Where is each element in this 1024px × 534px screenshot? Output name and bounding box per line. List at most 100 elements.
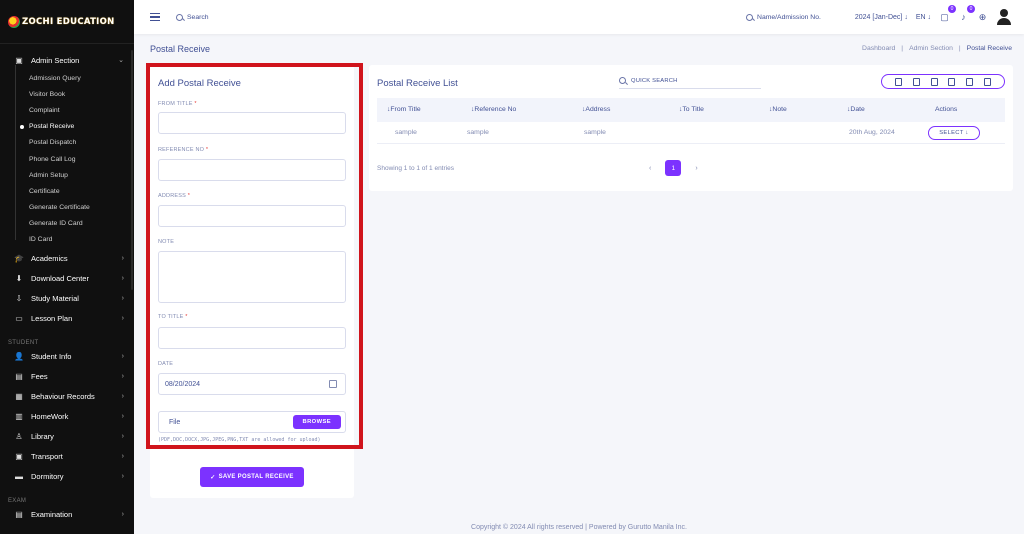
date-input[interactable]: 08/20/2024	[158, 373, 346, 395]
sidebar-item-generate-id-card[interactable]: Generate ID Card	[29, 216, 134, 232]
money-icon: ▤	[15, 371, 23, 381]
globe-icon[interactable]: ⊕	[977, 12, 988, 23]
chat-badge: 0	[948, 4, 956, 13]
page-1-button[interactable]: 1	[665, 160, 682, 176]
prev-page-icon[interactable]: ‹	[649, 165, 651, 172]
sidebar-item-academics[interactable]: 🎓 Academics ›	[0, 248, 134, 268]
sidebar-item-admission-query[interactable]: Admission Query	[29, 70, 134, 86]
chevron-right-icon: ›	[121, 254, 124, 262]
sidebar-item-phone-call-log[interactable]: Phone Call Log	[29, 151, 134, 167]
col-address[interactable]: ↓Address	[582, 106, 610, 113]
search-icon	[619, 77, 626, 84]
chevron-right-icon: ›	[121, 392, 124, 400]
language-select[interactable]: EN ↓	[916, 14, 931, 21]
sidebar-item-dormitory[interactable]: ▬ Dormitory ›	[0, 466, 134, 486]
page-title: Postal Receive	[150, 44, 211, 54]
select-action-button[interactable]: SELECT ↓	[928, 126, 980, 140]
bus-icon: ▣	[15, 451, 23, 461]
note-label: NOTE	[158, 239, 175, 245]
logo[interactable]: ZOCHI EDUCATION	[0, 0, 134, 44]
breadcrumb-admin-section[interactable]: Admin Section	[909, 45, 953, 52]
sidebar-item-library[interactable]: ♙ Library ›	[0, 426, 134, 446]
exam-icon: ▤	[15, 509, 23, 519]
col-from-title[interactable]: ↓From Title	[387, 106, 421, 113]
reference-no-label: REFERENCE NO *	[158, 147, 209, 153]
chevron-right-icon: ›	[121, 274, 124, 282]
sidebar-item-certificate[interactable]: Certificate	[29, 183, 134, 199]
notification-badge: 0	[967, 4, 975, 13]
sidebar-item-download-center[interactable]: ⬇ Download Center ›	[0, 268, 134, 288]
book-open-icon: ▥	[15, 411, 23, 421]
sidebar-item-fees[interactable]: ▤ Fees ›	[0, 366, 134, 386]
from-title-label: FROM TITLE *	[158, 101, 197, 107]
sidebar-item-homework[interactable]: ▥ HomeWork ›	[0, 406, 134, 426]
from-title-input[interactable]	[158, 112, 346, 134]
chat-icon[interactable]: ▢ 0	[939, 4, 956, 23]
graduation-cap-icon: 🎓	[14, 253, 24, 263]
form-title: Add Postal Receive	[158, 78, 241, 89]
pagination: ‹ 1 ›	[649, 160, 698, 176]
sidebar: ZOCHI EDUCATION ▣ Admin Section ⌄ Admiss…	[0, 0, 134, 534]
sidebar-item-lesson-plan[interactable]: ▭ Lesson Plan ›	[0, 308, 134, 328]
file-input[interactable]: File BROWSE	[158, 411, 346, 433]
breadcrumb-dashboard[interactable]: Dashboard	[862, 45, 895, 52]
browse-button[interactable]: BROWSE	[292, 415, 341, 429]
search-input[interactable]: Search	[176, 13, 209, 21]
breadcrumb-current: Postal Receive	[966, 45, 1012, 52]
col-reference-no[interactable]: ↓Reference No	[471, 106, 516, 113]
next-page-icon[interactable]: ›	[695, 165, 697, 172]
chevron-right-icon: ›	[121, 352, 124, 360]
sidebar-item-admin-section[interactable]: ▣ Admin Section ⌄	[0, 50, 134, 70]
sidebar-item-behaviour-records[interactable]: ▦ Behaviour Records ›	[0, 386, 134, 406]
file-note: (PDF,DOC,DOCX,JPG,JPEG,PNG,TXT are allow…	[158, 437, 321, 443]
print-icon[interactable]	[965, 77, 973, 86]
sidebar-item-transport[interactable]: ▣ Transport ›	[0, 446, 134, 466]
sidebar-item-postal-dispatch[interactable]: Postal Dispatch	[29, 135, 134, 151]
pdf-icon[interactable]	[948, 77, 956, 86]
table-header: ↓From Title ↓Reference No ↓Address ↓To T…	[377, 98, 1005, 122]
address-input[interactable]	[158, 205, 346, 227]
address-label: ADDRESS *	[158, 193, 191, 199]
academic-year-select[interactable]: 2024 [Jan-Dec] ↓	[855, 14, 908, 21]
reference-no-input[interactable]	[158, 159, 346, 181]
sidebar-item-postal-receive[interactable]: Postal Receive	[20, 119, 134, 135]
sidebar-item-student-info[interactable]: 👤 Student Info ›	[0, 346, 134, 366]
copy-icon[interactable]	[895, 77, 903, 86]
date-label: DATE	[158, 361, 174, 367]
col-to-title[interactable]: ↓To Title	[679, 106, 704, 113]
avatar[interactable]	[996, 9, 1012, 25]
section-label-student: STUDENT	[8, 340, 39, 347]
csv-icon[interactable]	[930, 77, 938, 86]
cell-date: 20th Aug, 2024	[849, 129, 895, 136]
excel-icon[interactable]	[912, 77, 920, 86]
search-icon	[746, 13, 754, 21]
columns-icon[interactable]	[983, 77, 991, 86]
to-title-label: TO TITLE *	[158, 314, 188, 320]
sidebar-item-admin-setup[interactable]: Admin Setup	[29, 167, 134, 183]
sidebar-item-examination[interactable]: ▤ Examination ›	[0, 504, 134, 524]
bell-icon[interactable]: ♪ 0	[958, 4, 975, 23]
footer: Copyright © 2024 All rights reserved | P…	[471, 524, 687, 531]
col-actions: Actions	[935, 106, 958, 113]
col-note[interactable]: ↓Note	[769, 106, 787, 113]
save-postal-receive-button[interactable]: ✓ SAVE POSTAL RECEIVE	[200, 467, 304, 487]
sidebar-item-complaint[interactable]: Complaint	[29, 102, 134, 118]
col-date[interactable]: ↓Date	[847, 106, 865, 113]
hamburger-menu-icon[interactable]	[150, 12, 160, 22]
note-textarea[interactable]	[158, 251, 346, 303]
sidebar-item-visitor-book[interactable]: Visitor Book	[29, 86, 134, 102]
sidebar-item-id-card[interactable]: ID Card	[29, 232, 134, 248]
logo-text: ZOCHI EDUCATION	[22, 16, 115, 27]
quick-search-input[interactable]: QUICK SEARCH	[619, 73, 761, 89]
sidebar-item-study-material[interactable]: ⇩ Study Material ›	[0, 288, 134, 308]
to-title-input[interactable]	[158, 327, 346, 349]
lesson-icon: ▭	[15, 313, 23, 323]
chevron-right-icon: ›	[121, 452, 124, 460]
sidebar-item-generate-certificate[interactable]: Generate Certificate	[29, 200, 134, 216]
breadcrumb-separator: |	[958, 45, 961, 52]
calendar-icon[interactable]	[329, 380, 337, 388]
postal-receive-list-card: Postal Receive List QUICK SEARCH ↓From T…	[369, 65, 1013, 191]
topbar: Search Name/Admission No. 2024 [Jan-Dec]…	[134, 0, 1024, 34]
section-label-exam: EXAM	[8, 498, 27, 505]
name-admission-search[interactable]: Name/Admission No.	[746, 13, 821, 21]
